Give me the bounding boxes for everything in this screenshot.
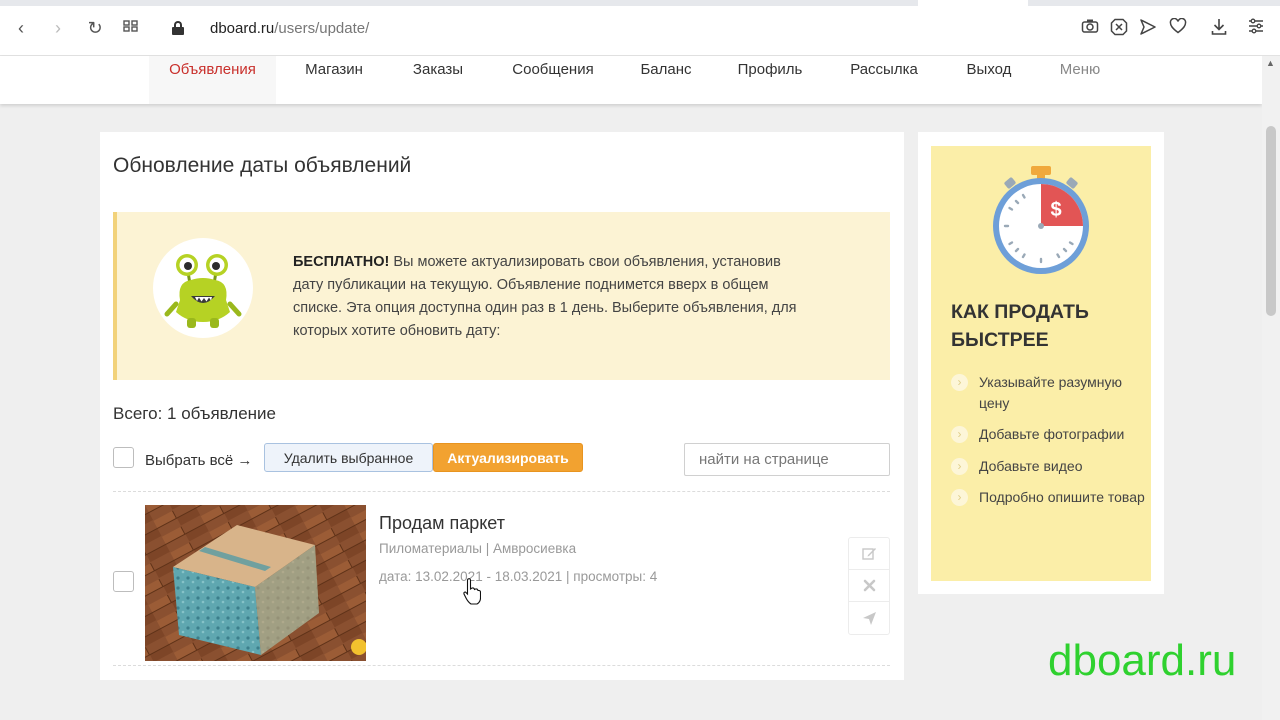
- divider: [113, 491, 890, 492]
- scrollbar-thumb[interactable]: [1266, 126, 1276, 316]
- listing-title[interactable]: Продам паркет: [379, 513, 505, 534]
- tip-text: Добавьте видео: [979, 457, 1083, 474]
- info-text: БЕСПЛАТНО! Вы можете актуализировать сво…: [293, 251, 803, 343]
- mouse-cursor-icon: [463, 578, 481, 605]
- mascot-icon: [153, 230, 253, 352]
- url-domain: dboard.ru: [210, 19, 275, 37]
- update-ads-card: Обновление даты объявлений БЕСПЛАТНО! Вы…: [100, 132, 904, 680]
- tips-panel: $ КАК ПРОДАТЬ БЫСТРЕЕ › Указывайте разум…: [931, 146, 1151, 581]
- send-icon[interactable]: [849, 602, 889, 634]
- listing-checkbox[interactable]: [113, 571, 134, 592]
- chevron-right-icon: ›: [951, 457, 968, 475]
- list-item: › Подробно опишите товар: [951, 487, 1146, 508]
- listing-actions: [848, 537, 890, 635]
- tips-list: › Указывайте разумную цену › Добавьте фото…: [951, 372, 1146, 519]
- nav-item-ads[interactable]: Объявления: [149, 56, 276, 104]
- url-path: /users/update/: [274, 19, 370, 37]
- watermark: dboard.ru: [1048, 636, 1237, 685]
- listing-category: Пиломатериалы | Амвросиевка: [379, 541, 577, 556]
- page-search-input[interactable]: [684, 443, 890, 476]
- tabs-grid-icon[interactable]: [120, 17, 142, 39]
- list-item: › Добавьте видео: [951, 456, 1146, 477]
- nav-item-profile[interactable]: Профиль: [728, 56, 812, 104]
- actualize-button[interactable]: Актуализировать: [433, 443, 583, 472]
- chevron-right-icon: ›: [951, 426, 968, 443]
- select-all-label[interactable]: Выбрать всё →: [145, 452, 252, 469]
- nav-item-mailing[interactable]: Рассылка: [838, 56, 930, 104]
- menu-icon[interactable]: [1246, 18, 1266, 38]
- stopwatch-icon: $: [989, 162, 1093, 276]
- nav-item-menu[interactable]: Меню: [1049, 56, 1111, 104]
- tab-strip: [0, 0, 1280, 6]
- total-count: Всего: 1 объявление: [113, 404, 277, 423]
- divider: [113, 665, 890, 666]
- scroll-up-icon[interactable]: ▲: [1266, 58, 1275, 68]
- listing-meta: дата: 13.02.2021 - 18.03.2021 | просмотр…: [379, 569, 658, 584]
- tip-text: Указывайте разумную цену: [979, 374, 1123, 411]
- nav-item-shop[interactable]: Магазин: [292, 56, 376, 104]
- nav-item-orders[interactable]: Заказы: [398, 56, 478, 104]
- heart-icon[interactable]: [1168, 17, 1188, 38]
- select-all-checkbox[interactable]: [113, 447, 134, 468]
- nav-item-logout[interactable]: Выход: [955, 56, 1023, 104]
- lock-icon: [172, 21, 184, 35]
- address-bar[interactable]: dboard.ru/users/update/: [172, 14, 369, 42]
- edit-icon[interactable]: [849, 538, 889, 570]
- reload-icon[interactable]: ↻: [84, 17, 106, 39]
- tip-text: Добавьте фотографии: [979, 426, 1125, 442]
- browser-toolbar: ‹ › ↻ dboard.ru/users/update/: [0, 0, 1280, 56]
- info-box: БЕСПЛАТНО! Вы можете актуализировать сво…: [113, 212, 890, 380]
- back-icon[interactable]: ‹: [10, 17, 32, 39]
- block-icon[interactable]: [1109, 18, 1129, 38]
- tips-card: $ КАК ПРОДАТЬ БЫСТРЕЕ › Указывайте разум…: [918, 132, 1164, 594]
- camera-icon[interactable]: [1080, 18, 1100, 38]
- list-item: › Добавьте фотографии: [951, 424, 1146, 445]
- nav-item-balance[interactable]: Баланс: [630, 56, 702, 104]
- delete-selected-button[interactable]: Удалить выбранное: [264, 443, 433, 472]
- site-navigation: Объявления Магазин Заказы Сообщения Бала…: [0, 56, 1262, 104]
- chevron-right-icon: ›: [951, 374, 968, 391]
- info-free-label: БЕСПЛАТНО!: [293, 254, 390, 270]
- nav-item-messages[interactable]: Сообщения: [502, 56, 604, 104]
- chevron-right-icon: ›: [951, 489, 968, 506]
- tip-text: Подробно опишите товар: [979, 489, 1145, 505]
- send-icon[interactable]: [1138, 18, 1158, 38]
- forward-icon[interactable]: ›: [47, 17, 69, 39]
- dollar-sign: $: [1050, 199, 1061, 221]
- page-title: Обновление даты объявлений: [113, 154, 412, 177]
- page-scrollbar[interactable]: ▲: [1262, 56, 1280, 720]
- download-icon[interactable]: [1209, 18, 1229, 38]
- tips-title: КАК ПРОДАТЬ БЫСТРЕЕ: [951, 301, 1089, 351]
- delete-icon[interactable]: [849, 570, 889, 602]
- listing-photo[interactable]: [145, 505, 366, 661]
- list-item: › Указывайте разумную цену: [951, 372, 1146, 413]
- active-tab[interactable]: [918, 0, 1028, 6]
